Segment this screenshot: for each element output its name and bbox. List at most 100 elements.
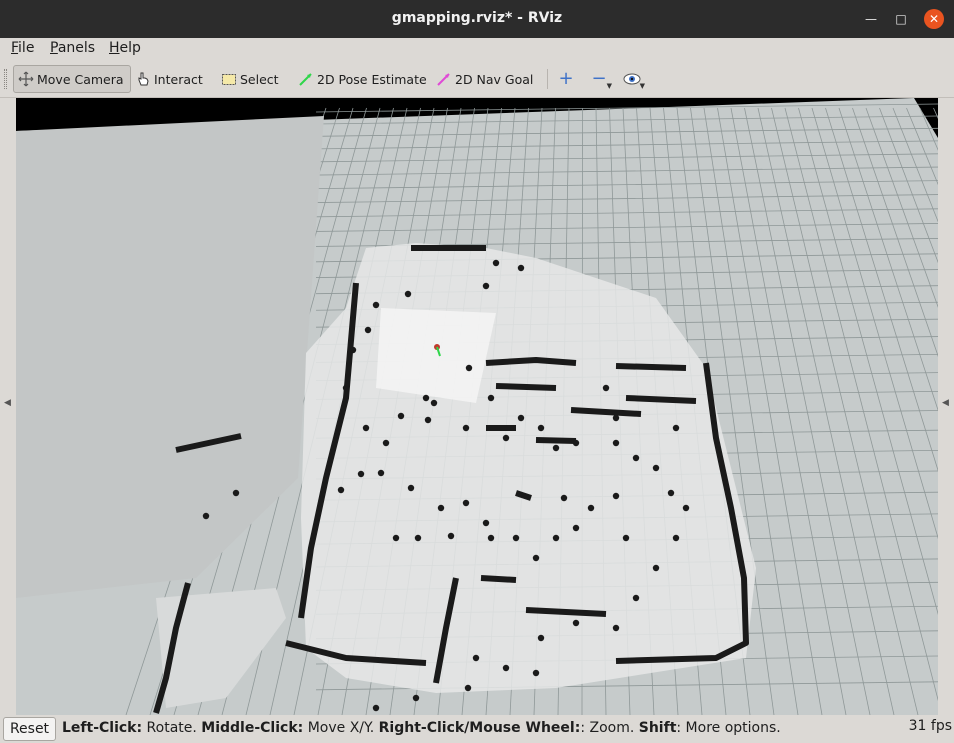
- shift-key: Shift: [638, 720, 677, 736]
- obstacle-point: [512, 534, 520, 542]
- obstacle-wall: [615, 363, 687, 371]
- obstacle-point: [572, 439, 580, 447]
- obstacle-point: [552, 534, 560, 542]
- move-camera-icon: [18, 71, 34, 87]
- middle-click-key: Middle-Click:: [201, 720, 304, 736]
- obstacle-point: [517, 264, 525, 272]
- obstacle-point: [602, 384, 610, 392]
- toolbar-separator: [547, 69, 548, 89]
- pink-arrow-icon: [436, 71, 452, 87]
- obstacle-point: [517, 414, 525, 422]
- right-click-key: Right-Click/Mouse Wheel:: [378, 720, 581, 736]
- obstacle-point: [357, 470, 365, 478]
- expand-right-icon[interactable]: ◀: [942, 398, 949, 408]
- menu-file[interactable]: File: [11, 40, 34, 56]
- obstacle-point: [482, 519, 490, 527]
- shift-action: : More options.: [676, 720, 781, 736]
- obstacle-point: [487, 534, 495, 542]
- obstacle-point: [465, 364, 473, 372]
- local-costmap-square: [376, 308, 496, 403]
- obstacle-point: [502, 664, 510, 672]
- obstacle-point: [462, 499, 470, 507]
- minimize-icon[interactable]: —: [861, 9, 881, 29]
- right-dock-collapse-strip[interactable]: ◀: [938, 98, 954, 715]
- remove-tool-button[interactable]: − ▼: [586, 65, 612, 93]
- toolbar-grip[interactable]: [4, 69, 7, 89]
- obstacle-wall: [535, 437, 577, 444]
- obstacle-point: [364, 326, 372, 334]
- obstacle-wall: [480, 575, 517, 583]
- move-camera-label: Move Camera: [37, 71, 124, 87]
- obstacle-point: [404, 290, 412, 298]
- middle-click-action: Move X/Y.: [303, 720, 379, 736]
- obstacle-point: [672, 534, 680, 542]
- left-click-action: Rotate.: [142, 720, 202, 736]
- obstacle-point: [560, 494, 568, 502]
- interact-label: Interact: [154, 71, 203, 87]
- select-button[interactable]: Select: [217, 65, 283, 93]
- map-scene: [16, 98, 938, 715]
- tools-toolbar: Move Camera Interact Select 2D Pose Esti…: [0, 60, 954, 98]
- dropdown-arrow-icon: ▼: [639, 82, 645, 90]
- obstacle-point: [462, 424, 470, 432]
- plus-icon: +: [558, 68, 574, 89]
- pose-estimate-label: 2D Pose Estimate: [317, 71, 427, 87]
- obstacle-point: [349, 346, 357, 354]
- obstacle-wall: [485, 357, 577, 366]
- left-dock-collapse-strip[interactable]: ◀: [0, 98, 16, 715]
- obstacle-point: [202, 512, 210, 520]
- obstacle-point: [652, 464, 660, 472]
- obstacle-point: [552, 444, 560, 452]
- obstacle-point: [537, 424, 545, 432]
- obstacle-point: [652, 564, 660, 572]
- obstacle-point: [632, 454, 640, 462]
- obstacle-point: [482, 282, 490, 290]
- obstacle-point: [472, 654, 480, 662]
- obstacle-point: [672, 424, 680, 432]
- obstacle-point: [587, 504, 595, 512]
- left-click-key: Left-Click:: [62, 720, 143, 736]
- pose-estimate-button[interactable]: 2D Pose Estimate: [294, 65, 431, 93]
- obstacle-point: [377, 469, 385, 477]
- move-camera-button[interactable]: Move Camera: [13, 65, 131, 93]
- nav-goal-label: 2D Nav Goal: [455, 71, 534, 87]
- nav-goal-button[interactable]: 2D Nav Goal: [432, 65, 537, 93]
- maximize-icon[interactable]: □: [891, 9, 911, 29]
- hand-pointer-icon: [135, 71, 151, 87]
- obstacle-point: [342, 384, 350, 392]
- tool-properties-button[interactable]: ▼: [619, 65, 645, 93]
- obstacle-point: [392, 534, 400, 542]
- obstacle-wall: [570, 407, 642, 417]
- select-label: Select: [240, 71, 279, 87]
- menu-help[interactable]: Help: [109, 40, 141, 56]
- obstacle-point: [372, 704, 380, 712]
- obstacle-point: [447, 532, 455, 540]
- obstacle-point: [682, 504, 690, 512]
- obstacle-point: [464, 684, 472, 692]
- expand-left-icon[interactable]: ◀: [4, 398, 11, 408]
- add-tool-button[interactable]: +: [553, 65, 579, 93]
- render-viewport[interactable]: [16, 98, 938, 715]
- fps-counter: 31 fps: [908, 718, 952, 734]
- dropdown-arrow-icon: ▼: [606, 82, 612, 90]
- reset-button[interactable]: Reset: [3, 717, 56, 741]
- interact-button[interactable]: Interact: [131, 65, 207, 93]
- window-title: gmapping.rviz* - RViz: [391, 10, 563, 26]
- obstacle-point: [412, 694, 420, 702]
- obstacle-point: [362, 424, 370, 432]
- obstacle-point: [632, 594, 640, 602]
- close-icon[interactable]: ✕: [924, 9, 944, 29]
- obstacle-point: [430, 399, 438, 407]
- obstacle-wall: [495, 383, 557, 391]
- obstacle-point: [532, 669, 540, 677]
- status-hint: Left-Click: Rotate. Middle-Click: Move X…: [62, 720, 781, 736]
- menu-panels[interactable]: Panels: [50, 40, 95, 56]
- obstacle-point: [612, 492, 620, 500]
- obstacle-point: [572, 619, 580, 627]
- obstacle-point: [407, 484, 415, 492]
- obstacle-point: [487, 394, 495, 402]
- obstacle-wall: [625, 395, 697, 404]
- obstacle-point: [612, 624, 620, 632]
- status-bar: Reset Left-Click: Rotate. Middle-Click: …: [0, 715, 954, 743]
- obstacle-point: [414, 534, 422, 542]
